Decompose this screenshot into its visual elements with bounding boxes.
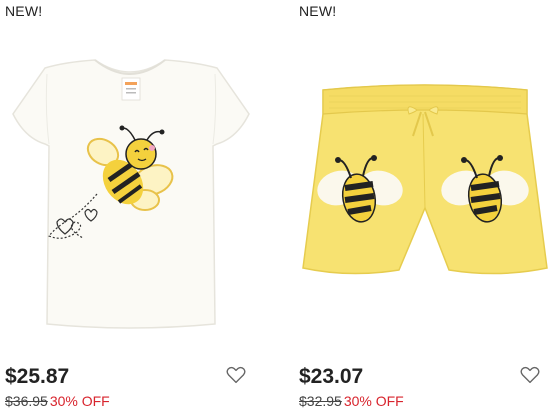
product-card[interactable]: NEW!: [5, 0, 255, 413]
sale-price: $25.87: [5, 365, 70, 388]
new-badge: NEW!: [5, 3, 43, 19]
original-price: $32.95: [299, 393, 342, 409]
price-details: $32.95 30% OFF: [299, 393, 404, 409]
product-image[interactable]: [5, 32, 255, 332]
product-image[interactable]: [299, 32, 549, 332]
bee-tee-shirt-image: [12, 59, 250, 329]
original-price: $36.95: [5, 393, 48, 409]
discount-label: 30% OFF: [49, 393, 110, 409]
price-details: $36.95 30% OFF: [5, 393, 110, 409]
heart-outline-icon[interactable]: [519, 364, 541, 386]
heart-outline-icon[interactable]: [225, 364, 247, 386]
sale-price: $23.07: [299, 365, 364, 388]
discount-label: 30% OFF: [343, 393, 404, 409]
new-badge: NEW!: [299, 3, 337, 19]
product-card[interactable]: NEW!: [299, 0, 549, 413]
bee-shorts-image: [302, 84, 548, 275]
